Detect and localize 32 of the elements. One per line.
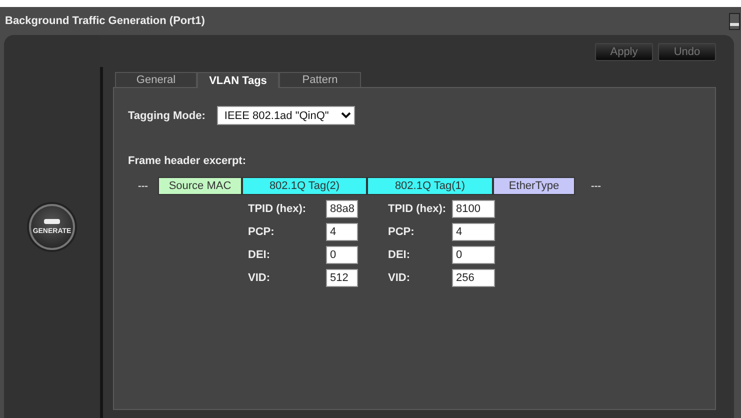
- header-segment: 802.1Q Tag(1): [367, 177, 493, 195]
- action-button[interactable]: Apply: [595, 43, 653, 61]
- field-label: DEI:: [248, 249, 271, 261]
- tab[interactable]: Pattern: [279, 72, 361, 87]
- field-label: VID:: [248, 272, 271, 284]
- section-label: Frame header excerpt:: [128, 155, 247, 167]
- tab[interactable]: General: [115, 72, 197, 87]
- minimize-button[interactable]: [729, 12, 740, 30]
- header-segment: EtherType: [493, 177, 575, 195]
- header-segment: Source MAC: [158, 177, 242, 195]
- input-field[interactable]: 8100: [452, 200, 495, 218]
- input-field[interactable]: 256: [452, 269, 495, 287]
- header-segment: 802.1Q Tag(2): [242, 177, 367, 195]
- field-label: PCP:: [388, 226, 416, 238]
- window-title: Background Traffic Generation (Port1): [5, 15, 205, 27]
- action-button[interactable]: Undo: [658, 43, 716, 61]
- input-field[interactable]: 0: [452, 246, 495, 264]
- field-label: TPID (hex):: [388, 203, 448, 215]
- field-label: VID:: [388, 272, 411, 284]
- field-label: PCP:: [248, 226, 276, 238]
- input-field[interactable]: 4: [452, 223, 495, 241]
- ellipsis-text: ---: [138, 180, 148, 192]
- input-field[interactable]: 512: [326, 269, 358, 287]
- tab[interactable]: VLAN Tags: [197, 72, 279, 88]
- tagging-mode-dropdown[interactable]: IEEE 802.1ad "QinQ": [217, 106, 356, 125]
- input-field[interactable]: 4: [326, 223, 358, 241]
- input-field[interactable]: 0: [326, 246, 358, 264]
- field-label: Tagging Mode:: [128, 110, 206, 122]
- input-field[interactable]: 88a8: [326, 200, 358, 218]
- ellipsis-text: ---: [591, 180, 601, 192]
- field-label: TPID (hex):: [248, 203, 308, 215]
- field-label: DEI:: [388, 249, 411, 261]
